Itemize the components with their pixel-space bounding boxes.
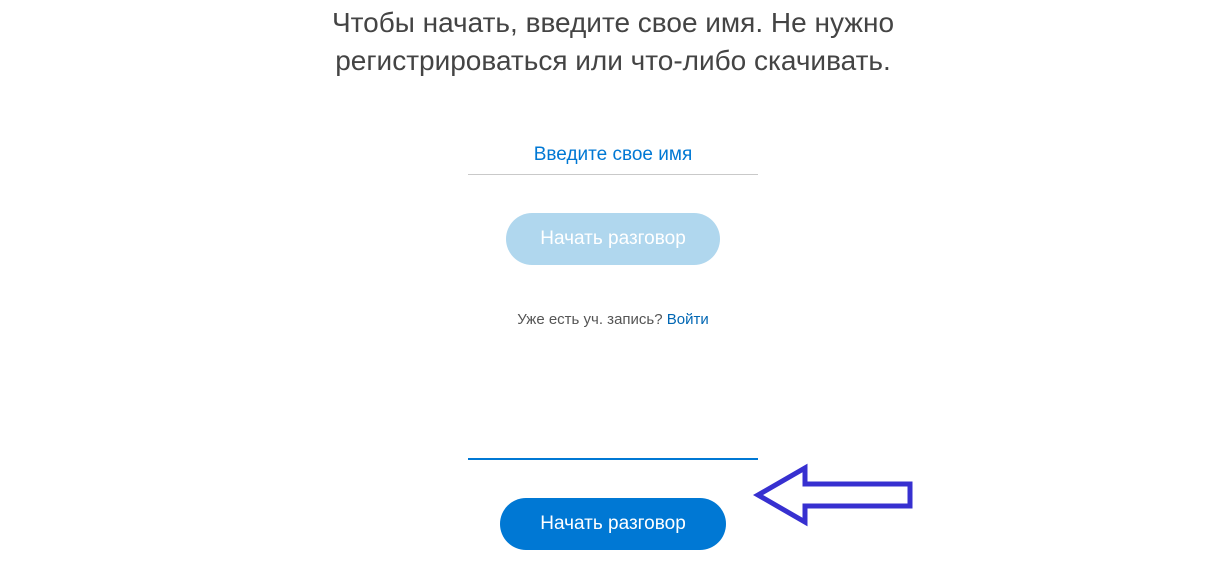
start-conversation-button-disabled[interactable]: Начать разговор: [506, 213, 720, 265]
page-subtitle: Чтобы начать, введите свое имя. Не нужно…: [293, 4, 933, 80]
name-input[interactable]: [468, 138, 758, 175]
already-have-account-text: Уже есть уч. запись?: [517, 311, 666, 328]
already-have-account-row: Уже есть уч. запись? Войти: [517, 311, 708, 328]
name-input-active[interactable]: [468, 424, 758, 460]
sign-in-link[interactable]: Войти: [667, 311, 709, 328]
main-container: Чтобы начать, введите свое имя. Не нужно…: [0, 0, 1226, 550]
start-conversation-button[interactable]: Начать разговор: [500, 498, 726, 550]
